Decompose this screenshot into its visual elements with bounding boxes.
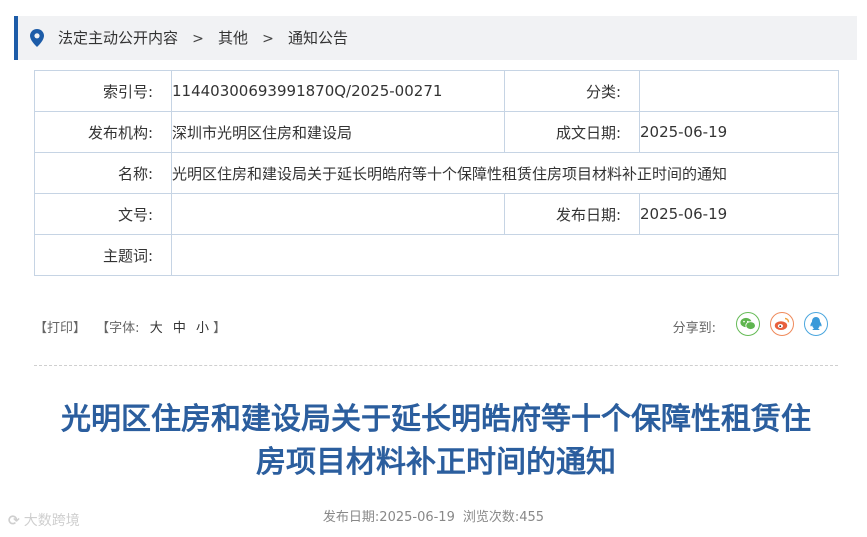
wechat-icon	[740, 317, 756, 330]
info-views-label: 浏览次数:	[462, 510, 520, 525]
breadcrumb: 法定主动公开内容 > 其他 > 通知公告	[58, 16, 348, 60]
print-button[interactable]: 【打印】	[34, 317, 86, 336]
created-date-label: 成文日期:	[504, 111, 640, 153]
font-tools: 【打印】 【字体: 大 中 小 】	[34, 317, 226, 336]
info-views: 455	[519, 510, 545, 525]
publisher-value: 深圳市光明区住房和建设局	[171, 111, 505, 153]
chevron-right-icon: >	[262, 31, 274, 47]
breadcrumb-item-notices[interactable]: 通知公告	[288, 16, 348, 60]
publish-date-value: 2025-06-19	[639, 193, 839, 235]
watermark-icon: ⟳	[8, 513, 20, 529]
keywords-label: 主题词:	[34, 234, 172, 276]
category-label: 分类:	[504, 70, 640, 112]
index-no-value: 11440300693991870Q/2025-00271	[171, 70, 505, 112]
info-publish-date-label: 发布日期:	[322, 510, 380, 525]
article-info: 发布日期:2025-06-19 浏览次数:455	[0, 506, 867, 525]
share-bar: 分享到:	[638, 310, 838, 340]
divider	[34, 365, 838, 366]
article-title: 光明区住房和建设局关于延长明皓府等十个保障性租赁住 房项目材料补正时间的通知	[30, 398, 842, 484]
location-pin-icon	[30, 29, 44, 47]
index-no-label: 索引号:	[34, 70, 172, 112]
info-publish-date: 2025-06-19	[379, 510, 455, 525]
name-label: 名称:	[34, 152, 172, 194]
chevron-right-icon: >	[192, 31, 204, 47]
document-meta-table: 索引号: 11440300693991870Q/2025-00271 分类: 发…	[34, 70, 839, 276]
meta-row-index: 索引号: 11440300693991870Q/2025-00271 分类:	[34, 70, 839, 112]
category-value	[639, 70, 839, 112]
meta-row-keywords: 主题词:	[34, 234, 839, 276]
breadcrumb-item-other[interactable]: 其他	[218, 16, 248, 60]
breadcrumb-bar: 法定主动公开内容 > 其他 > 通知公告	[14, 16, 857, 60]
doc-no-label: 文号:	[34, 193, 172, 235]
name-value: 光明区住房和建设局关于延长明皓府等十个保障性租赁住房项目材料补正时间的通知	[171, 152, 839, 194]
weibo-icon	[774, 317, 790, 330]
weibo-share-button[interactable]	[770, 312, 794, 336]
wechat-share-button[interactable]	[736, 312, 760, 336]
doc-no-value	[171, 193, 505, 235]
font-size-large-button[interactable]: 大	[150, 317, 163, 336]
meta-row-publisher: 发布机构: 深圳市光明区住房和建设局 成文日期: 2025-06-19	[34, 111, 839, 153]
publisher-label: 发布机构:	[34, 111, 172, 153]
watermark-text: 大数跨境	[23, 513, 80, 529]
article-title-line2: 房项目材料补正时间的通知	[256, 445, 616, 480]
font-size-prefix: 【字体:	[96, 321, 140, 336]
watermark: ⟳ 大数跨境	[8, 510, 80, 530]
article-title-line1: 光明区住房和建设局关于延长明皓府等十个保障性租赁住	[61, 402, 811, 437]
font-size-medium-button[interactable]: 中	[173, 317, 186, 336]
publish-date-label: 发布日期:	[504, 193, 640, 235]
keywords-value	[171, 234, 839, 276]
created-date-value: 2025-06-19	[639, 111, 839, 153]
meta-row-name: 名称: 光明区住房和建设局关于延长明皓府等十个保障性租赁住房项目材料补正时间的通…	[34, 152, 839, 194]
meta-row-docno: 文号: 发布日期: 2025-06-19	[34, 193, 839, 235]
qq-icon	[810, 317, 822, 330]
article-toolbar: 【打印】 【字体: 大 中 小 】 分享到:	[34, 310, 838, 340]
qq-share-button[interactable]	[804, 312, 828, 336]
font-size-suffix: 】	[213, 321, 227, 336]
breadcrumb-item-disclosure[interactable]: 法定主动公开内容	[58, 16, 178, 60]
share-label: 分享到:	[672, 321, 716, 336]
font-size-small-button[interactable]: 小	[196, 317, 209, 336]
